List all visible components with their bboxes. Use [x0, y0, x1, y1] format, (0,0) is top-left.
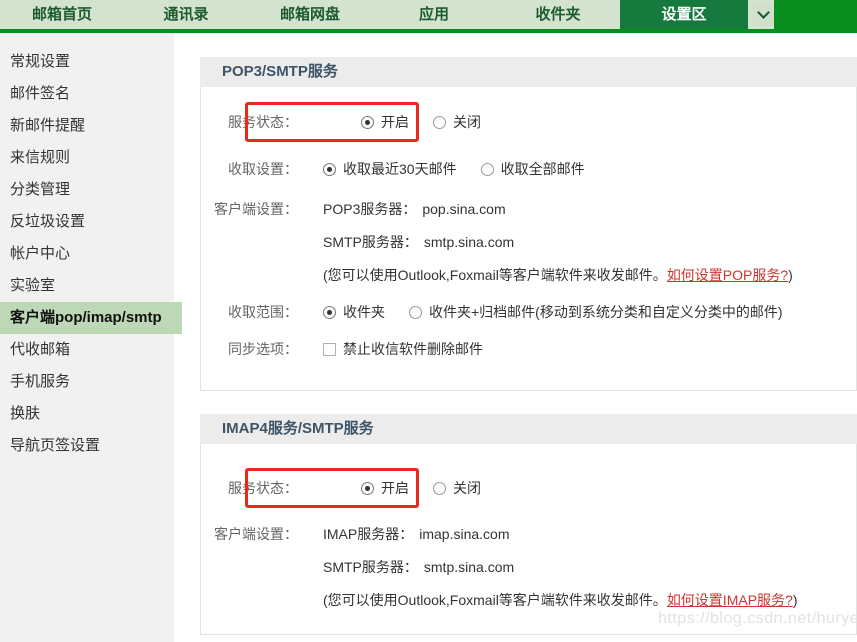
fetch-recent-30days-label: 收取最近30天邮件	[343, 160, 457, 178]
imap4-client-settings-row: 客户端设置： IMAP服务器： imap.sina.com SMTP服务器： s…	[201, 525, 856, 609]
imap4-section-body: 服务状态： 开启 关闭 客户端设置： IMAP服务器：	[200, 444, 857, 635]
pop3-server-line: POP3服务器： pop.sina.com	[323, 200, 793, 218]
radio-off-icon[interactable]	[433, 116, 446, 129]
service-status-label: 服务状态：	[201, 113, 298, 131]
imap4-smtp-section: IMAP4服务/SMTP服务 服务状态： 开启 关闭 客户端设置：	[200, 414, 857, 635]
how-to-set-imap-link[interactable]: 如何设置IMAP服务?	[667, 591, 793, 609]
sidebar-item-mobile-service[interactable]: 手机服务	[0, 366, 174, 398]
client-settings-label: 客户端设置：	[201, 200, 298, 218]
nav-tab-contacts[interactable]: 通讯录	[124, 0, 248, 29]
pop3-fetch-range-row: 收取范围： 收件夹 收件夹+归档邮件(移动到系统分类和自定义分类中的邮件)	[201, 303, 856, 321]
radio-off-icon[interactable]	[409, 306, 422, 319]
forbid-delete-option[interactable]: 禁止收信软件删除邮件	[323, 340, 483, 358]
fetch-setting-label: 收取设置：	[201, 160, 298, 178]
note-text: (您可以使用Outlook,Foxmail等客户端软件来收发邮件。	[323, 591, 667, 609]
smtp-server-line: SMTP服务器： smtp.sina.com	[323, 558, 798, 576]
note-suffix: )	[788, 266, 793, 284]
sidebar-item-incoming-rules[interactable]: 来信规则	[0, 142, 174, 174]
sidebar-item-category[interactable]: 分类管理	[0, 174, 174, 206]
nav-tab-mail-home[interactable]: 邮箱首页	[0, 0, 124, 29]
pop3-server-name: POP3服务器：	[323, 200, 416, 218]
settings-main-panel: POP3/SMTP服务 服务状态： 开启 关闭 收取设置：	[200, 57, 857, 635]
service-status-label: 服务状态：	[201, 479, 298, 497]
sidebar-item-signature[interactable]: 邮件签名	[0, 78, 174, 110]
imap-server-line: IMAP服务器： imap.sina.com	[323, 525, 798, 543]
pop3-status-on-label: 开启	[381, 113, 409, 131]
nav-tab-apps[interactable]: 应用	[372, 0, 496, 29]
imap4-status-off-option[interactable]: 关闭	[433, 479, 481, 497]
pop3-server-value: pop.sina.com	[422, 200, 505, 218]
fetch-range-label: 收取范围：	[201, 303, 298, 321]
radio-on-icon[interactable]	[361, 116, 374, 129]
pop3-client-settings-row: 客户端设置： POP3服务器： pop.sina.com SMTP服务器： sm…	[201, 200, 856, 284]
pop3-section-title: POP3/SMTP服务	[200, 57, 857, 87]
nav-tab-settings-active[interactable]: 设置区	[620, 0, 748, 29]
smtp-server-line: SMTP服务器： smtp.sina.com	[323, 233, 793, 251]
sidebar-item-antispam[interactable]: 反垃圾设置	[0, 206, 174, 238]
pop3-sync-option-row: 同步选项： 禁止收信软件删除邮件	[201, 340, 856, 358]
sidebar-item-general[interactable]: 常规设置	[0, 46, 174, 78]
nav-filler	[774, 0, 857, 29]
fetch-all-mail-option[interactable]: 收取全部邮件	[481, 160, 585, 178]
imap4-client-note: (您可以使用Outlook,Foxmail等客户端软件来收发邮件。如何设置IMA…	[323, 591, 798, 609]
imap4-status-on-option[interactable]: 开启	[361, 479, 409, 497]
forbid-delete-label: 禁止收信软件删除邮件	[343, 340, 483, 358]
sidebar-item-account-center[interactable]: 帐户中心	[0, 238, 174, 270]
pop3-status-off-label: 关闭	[453, 113, 481, 131]
fetch-all-mail-label: 收取全部邮件	[501, 160, 585, 178]
top-nav: 邮箱首页 通讯录 邮箱网盘 应用 收件夹 设置区	[0, 0, 857, 33]
sidebar-item-client-pop-imap-smtp[interactable]: 客户端pop/imap/smtp	[0, 302, 182, 334]
range-inbox-archive-label: 收件夹+归档邮件(移动到系统分类和自定义分类中的邮件)	[429, 303, 783, 321]
checkbox-unchecked-icon[interactable]	[323, 343, 336, 356]
client-settings-label: 客户端设置：	[201, 525, 298, 543]
sidebar-item-skin[interactable]: 换肤	[0, 398, 174, 430]
radio-on-icon[interactable]	[323, 163, 336, 176]
radio-on-icon[interactable]	[361, 482, 374, 495]
imap4-service-status-row: 服务状态： 开启 关闭	[201, 479, 856, 497]
note-text: (您可以使用Outlook,Foxmail等客户端软件来收发邮件。	[323, 266, 667, 284]
smtp-server-name: SMTP服务器：	[323, 558, 418, 576]
fetch-recent-30days-option[interactable]: 收取最近30天邮件	[323, 160, 457, 178]
pop3-section-body: 服务状态： 开启 关闭 收取设置： 收取	[200, 87, 857, 391]
imap4-section-title: IMAP4服务/SMTP服务	[200, 414, 857, 444]
pop3-service-status-row: 服务状态： 开启 关闭	[201, 113, 856, 131]
range-inbox-option[interactable]: 收件夹	[323, 303, 385, 321]
sidebar-item-fetch-mailbox[interactable]: 代收邮箱	[0, 334, 174, 366]
sidebar-item-new-mail-alert[interactable]: 新邮件提醒	[0, 110, 174, 142]
sidebar-item-nav-tabs-setting[interactable]: 导航页签设置	[0, 430, 174, 462]
settings-sidebar: 常规设置 邮件签名 新邮件提醒 来信规则 分类管理 反垃圾设置 帐户中心 实验室…	[0, 33, 174, 642]
sidebar-item-lab[interactable]: 实验室	[0, 270, 174, 302]
smtp-server-value: smtp.sina.com	[424, 233, 514, 251]
settings-dropdown-button[interactable]	[753, 3, 774, 26]
range-inbox-archive-option[interactable]: 收件夹+归档邮件(移动到系统分类和自定义分类中的邮件)	[409, 303, 783, 321]
smtp-server-name: SMTP服务器：	[323, 233, 418, 251]
pop3-smtp-section: POP3/SMTP服务 服务状态： 开启 关闭 收取设置：	[200, 57, 857, 391]
imap4-status-off-label: 关闭	[453, 479, 481, 497]
imap4-status-on-label: 开启	[381, 479, 409, 497]
note-suffix: )	[793, 591, 798, 609]
pop3-status-on-option[interactable]: 开启	[361, 113, 409, 131]
imap-server-value: imap.sina.com	[419, 525, 509, 543]
nav-tab-inbox[interactable]: 收件夹	[496, 0, 620, 29]
range-inbox-label: 收件夹	[343, 303, 385, 321]
how-to-set-pop-link[interactable]: 如何设置POP服务?	[667, 266, 788, 284]
nav-tab-netdisk[interactable]: 邮箱网盘	[248, 0, 372, 29]
imap-server-name: IMAP服务器：	[323, 525, 413, 543]
smtp-server-value: smtp.sina.com	[424, 558, 514, 576]
pop3-client-note: (您可以使用Outlook,Foxmail等客户端软件来收发邮件。如何设置POP…	[323, 266, 793, 284]
radio-on-icon[interactable]	[323, 306, 336, 319]
chevron-down-icon	[757, 6, 770, 19]
pop3-fetch-setting-row: 收取设置： 收取最近30天邮件 收取全部邮件	[201, 160, 856, 178]
pop3-status-off-option[interactable]: 关闭	[433, 113, 481, 131]
radio-off-icon[interactable]	[481, 163, 494, 176]
csdn-watermark: https://blog.csdn.net/huryer	[658, 610, 857, 628]
radio-off-icon[interactable]	[433, 482, 446, 495]
sync-option-label: 同步选项：	[201, 340, 298, 358]
